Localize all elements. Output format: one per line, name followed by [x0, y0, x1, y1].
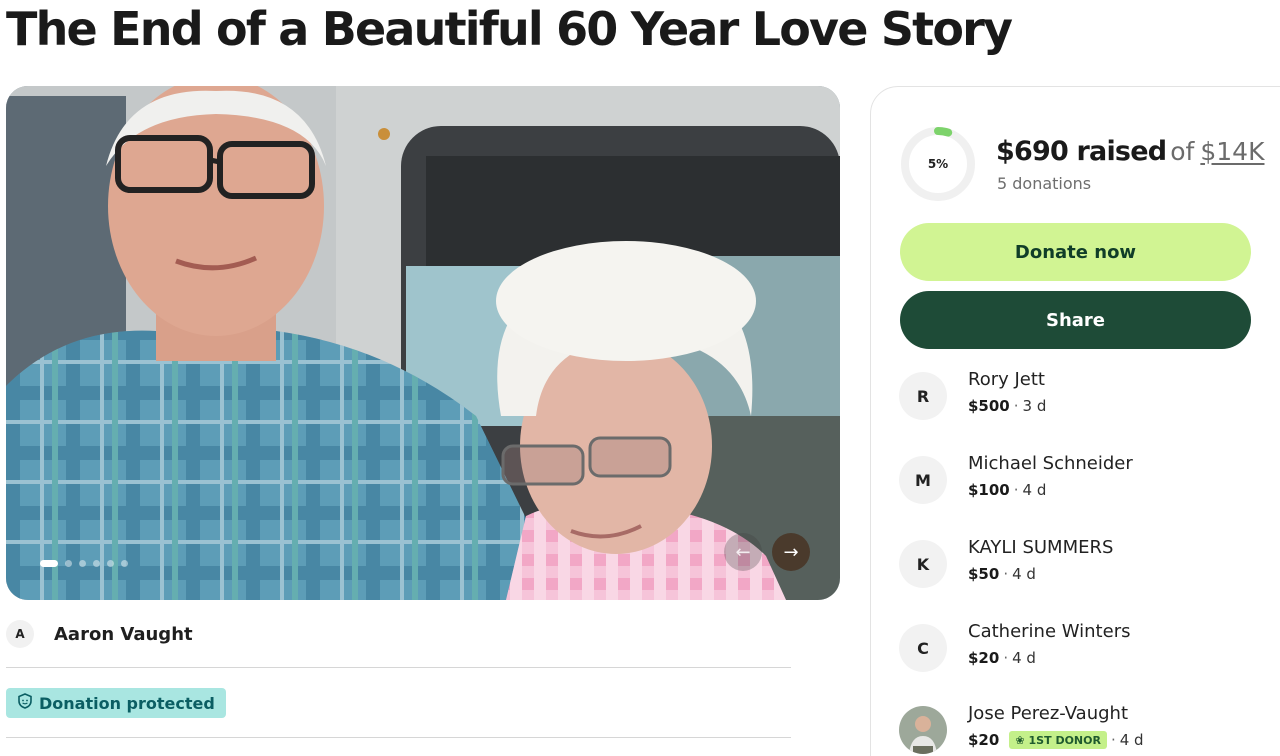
carousel-next-button[interactable]: →	[772, 533, 810, 571]
donor-name: Rory Jett	[968, 369, 1045, 390]
donor-avatar: K	[899, 540, 947, 588]
donor-time: 4 d	[1012, 649, 1036, 667]
divider	[6, 667, 791, 668]
donor-item: Jose Perez-Vaught $20 ❀ 1ST DONOR · 4 d	[899, 703, 1259, 756]
donor-amount: $100	[968, 481, 1010, 499]
donation-protected-label: Donation protected	[39, 693, 215, 713]
organizer-avatar: A	[6, 620, 34, 648]
arrow-right-icon: →	[783, 541, 799, 563]
donor-amount: $50	[968, 565, 1000, 583]
donor-name: Michael Schneider	[968, 453, 1133, 474]
first-donor-badge: ❀ 1ST DONOR	[1009, 731, 1107, 749]
donor-time: 4 d	[1119, 731, 1144, 749]
donor-time: 3 d	[1022, 397, 1047, 415]
donor-time: 4 d	[1022, 481, 1047, 499]
donate-now-button[interactable]: Donate now	[900, 223, 1251, 281]
donation-protected-badge[interactable]: Donation protected	[6, 688, 226, 718]
shield-icon	[18, 693, 32, 713]
carousel-dot[interactable]	[79, 560, 86, 567]
campaign-photo[interactable]: ← →	[6, 86, 840, 600]
donor-amount: $500	[968, 397, 1010, 415]
donor-avatar: R	[899, 372, 947, 420]
raised-of: of	[1170, 137, 1195, 166]
progress-percent: 5%	[927, 157, 949, 171]
donor-item: M Michael Schneider $100 · 4 d	[899, 453, 1259, 506]
donor-name: KAYLI SUMMERS	[968, 537, 1114, 558]
carousel-dot[interactable]	[65, 560, 72, 567]
sprout-icon: ❀	[1015, 733, 1025, 747]
carousel-dot[interactable]	[107, 560, 114, 567]
divider	[6, 737, 791, 738]
donor-amount: $20	[968, 649, 1000, 667]
organizer-info[interactable]: A Aaron Vaught	[6, 620, 193, 648]
goal-amount[interactable]: $14K	[1200, 137, 1264, 166]
donor-name: Jose Perez-Vaught	[968, 703, 1128, 724]
donation-count: 5 donations	[997, 174, 1092, 193]
first-donor-label: 1ST DONOR	[1028, 733, 1101, 747]
carousel-dot[interactable]	[121, 560, 128, 567]
donor-item: C Catherine Winters $20 · 4 d	[899, 621, 1259, 674]
share-button[interactable]: Share	[900, 291, 1251, 349]
donor-name: Catherine Winters	[968, 621, 1131, 642]
donor-avatar-photo	[899, 706, 947, 754]
donor-item: R Rory Jett $500 · 3 d	[899, 369, 1259, 422]
organizer-name[interactable]: Aaron Vaught	[54, 624, 193, 645]
donor-time: 4 d	[1012, 565, 1036, 583]
carousel-dot-active[interactable]	[40, 560, 58, 567]
donor-item: K KAYLI SUMMERS $50 · 4 d	[899, 537, 1259, 590]
photo-couple-image	[6, 86, 840, 600]
donor-amount: $20	[968, 731, 1000, 749]
carousel-indicators	[40, 560, 128, 567]
carousel-prev-button[interactable]: ←	[724, 533, 762, 571]
raised-amount: $690 raised	[996, 136, 1167, 167]
page-title: The End of a Beautiful 60 Year Love Stor…	[6, 2, 1013, 56]
donor-avatar: M	[899, 456, 947, 504]
arrow-left-icon: ←	[735, 541, 751, 563]
donor-avatar: C	[899, 624, 947, 672]
carousel-dot[interactable]	[93, 560, 100, 567]
raised-summary: $690 raised of $14K	[996, 136, 1264, 167]
